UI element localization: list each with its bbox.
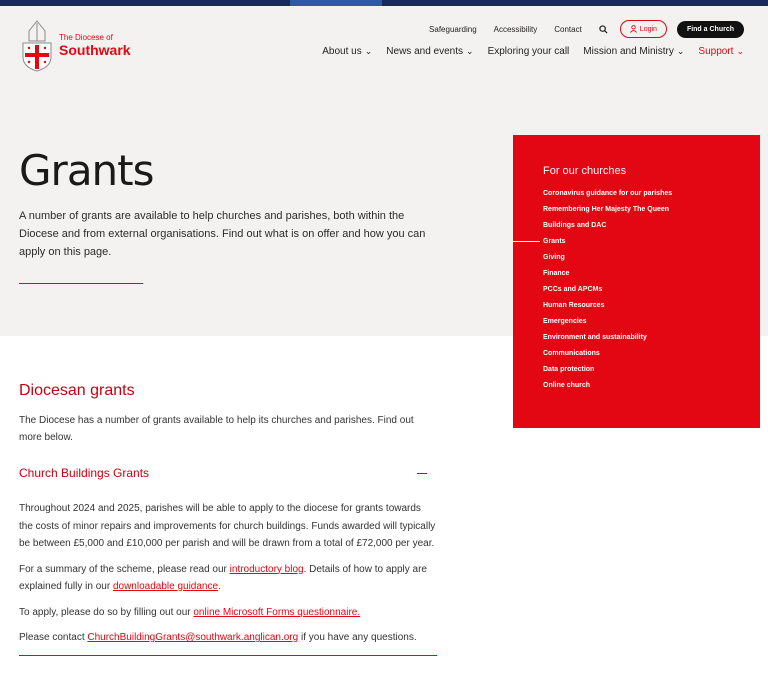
utility-nav: Safeguarding Accessibility Contact Login… xyxy=(429,20,744,38)
sidebar-item-giving[interactable]: Giving xyxy=(543,253,672,269)
nav-support[interactable]: Support ⌄ xyxy=(698,46,744,57)
util-link-safeguarding[interactable]: Safeguarding xyxy=(429,25,477,34)
paragraph-contact: Please contact ChurchBuildingGrants@sout… xyxy=(19,629,437,647)
chevron-down-icon: ⌄ xyxy=(466,46,474,56)
chevron-down-icon: ⌄ xyxy=(364,46,373,56)
downloadable-guidance-link[interactable]: downloadable guidance xyxy=(113,581,218,592)
mitre-crest-icon xyxy=(22,20,52,72)
paragraph-apply: To apply, please do so by filling out ou… xyxy=(19,604,437,622)
sidebar-item-buildings-dac[interactable]: Buildings and DAC xyxy=(543,221,672,237)
util-link-contact[interactable]: Contact xyxy=(554,25,582,34)
sidebar-menu: For our churches Coronavirus guidance fo… xyxy=(513,135,760,428)
chevron-down-icon: ⌄ xyxy=(736,46,744,56)
text: . xyxy=(218,581,221,592)
current-page-marker xyxy=(513,241,540,242)
sidebar-item-environment[interactable]: Environment and sustainability xyxy=(543,333,672,349)
nav-label: News and events xyxy=(386,46,464,57)
text: if you have any questions. xyxy=(298,632,417,643)
sidebar-item-data-protection[interactable]: Data protection xyxy=(543,365,672,381)
sidebar-item-remembering-queen[interactable]: Remembering Her Majesty The Queen xyxy=(543,205,672,221)
login-button[interactable]: Login xyxy=(619,20,667,38)
nav-label: Exploring your call xyxy=(487,46,570,57)
nav-mission-and-ministry[interactable]: Mission and Ministry ⌄ xyxy=(583,46,684,57)
accordion-title: Church Buildings Grants xyxy=(19,466,150,480)
forms-questionnaire-link[interactable]: online Microsoft Forms questionnaire. xyxy=(193,607,360,618)
nav-about-us[interactable]: About us ⌄ xyxy=(322,46,372,57)
sidebar-item-online-church[interactable]: Online church xyxy=(543,381,672,397)
section-intro: The Diocese has a number of grants avail… xyxy=(19,415,414,443)
sidebar-item-human-resources[interactable]: Human Resources xyxy=(543,301,672,317)
sidebar-item-communications[interactable]: Communications xyxy=(543,349,672,365)
nav-news-and-events[interactable]: News and events ⌄ xyxy=(386,46,473,57)
accordion-header[interactable]: Church Buildings Grants xyxy=(19,466,437,480)
accordion-divider xyxy=(19,654,437,656)
nav-label: Support xyxy=(698,46,734,57)
sidebar-item-finance[interactable]: Finance xyxy=(543,269,672,285)
nav-label: Mission and Ministry xyxy=(583,46,674,57)
nav-exploring-your-call[interactable]: Exploring your call xyxy=(488,46,570,57)
section-heading: Diocesan grants xyxy=(19,382,135,399)
sidebar-item-pccs-apcms[interactable]: PCCs and APCMs xyxy=(543,285,672,301)
paragraph-scheme: Throughout 2024 and 2025, parishes will … xyxy=(19,503,436,549)
main-content: Diocesan grants The Diocese has a number… xyxy=(19,382,437,656)
divider xyxy=(19,283,143,284)
diocese-logo[interactable]: The Diocese of Southwark xyxy=(19,18,159,74)
chevron-down-icon: ⌄ xyxy=(676,46,685,56)
nav-label: About us xyxy=(322,46,362,57)
text: To apply, please do so by filling out ou… xyxy=(19,606,194,618)
page-title: Grants xyxy=(19,146,155,195)
login-label: Login xyxy=(639,25,657,33)
logo-line2: Southwark xyxy=(59,41,131,58)
collapse-icon[interactable] xyxy=(417,472,427,474)
text: Please contact xyxy=(19,632,88,643)
sidebar-item-coronavirus[interactable]: Coronavirus guidance for our parishes xyxy=(543,189,672,205)
util-link-accessibility[interactable]: Accessibility xyxy=(494,25,538,34)
sidebar-item-grants[interactable]: Grants xyxy=(543,237,672,253)
page-description: A number of grants are available to help… xyxy=(19,210,426,258)
main-nav: About us ⌄ News and events ⌄ Exploring y… xyxy=(308,46,744,57)
sidebar-heading: For our churches xyxy=(543,165,627,177)
search-icon[interactable] xyxy=(599,24,608,34)
sidebar-list: Coronavirus guidance for our parishes Re… xyxy=(543,189,672,397)
sidebar-item-emergencies[interactable]: Emergencies xyxy=(543,317,672,333)
introductory-blog-link[interactable]: introductory blog xyxy=(230,564,304,575)
paragraph-summary: For a summary of the scheme, please read… xyxy=(19,561,437,596)
find-church-button[interactable]: Find a Church xyxy=(676,20,744,38)
text: For a summary of the scheme, please read… xyxy=(19,563,230,575)
contact-email-link[interactable]: ChurchBuildingGrants@southwark.anglican.… xyxy=(87,632,298,643)
site-header: The Diocese of Southwark Safeguarding Ac… xyxy=(0,6,768,86)
user-icon xyxy=(629,25,637,33)
